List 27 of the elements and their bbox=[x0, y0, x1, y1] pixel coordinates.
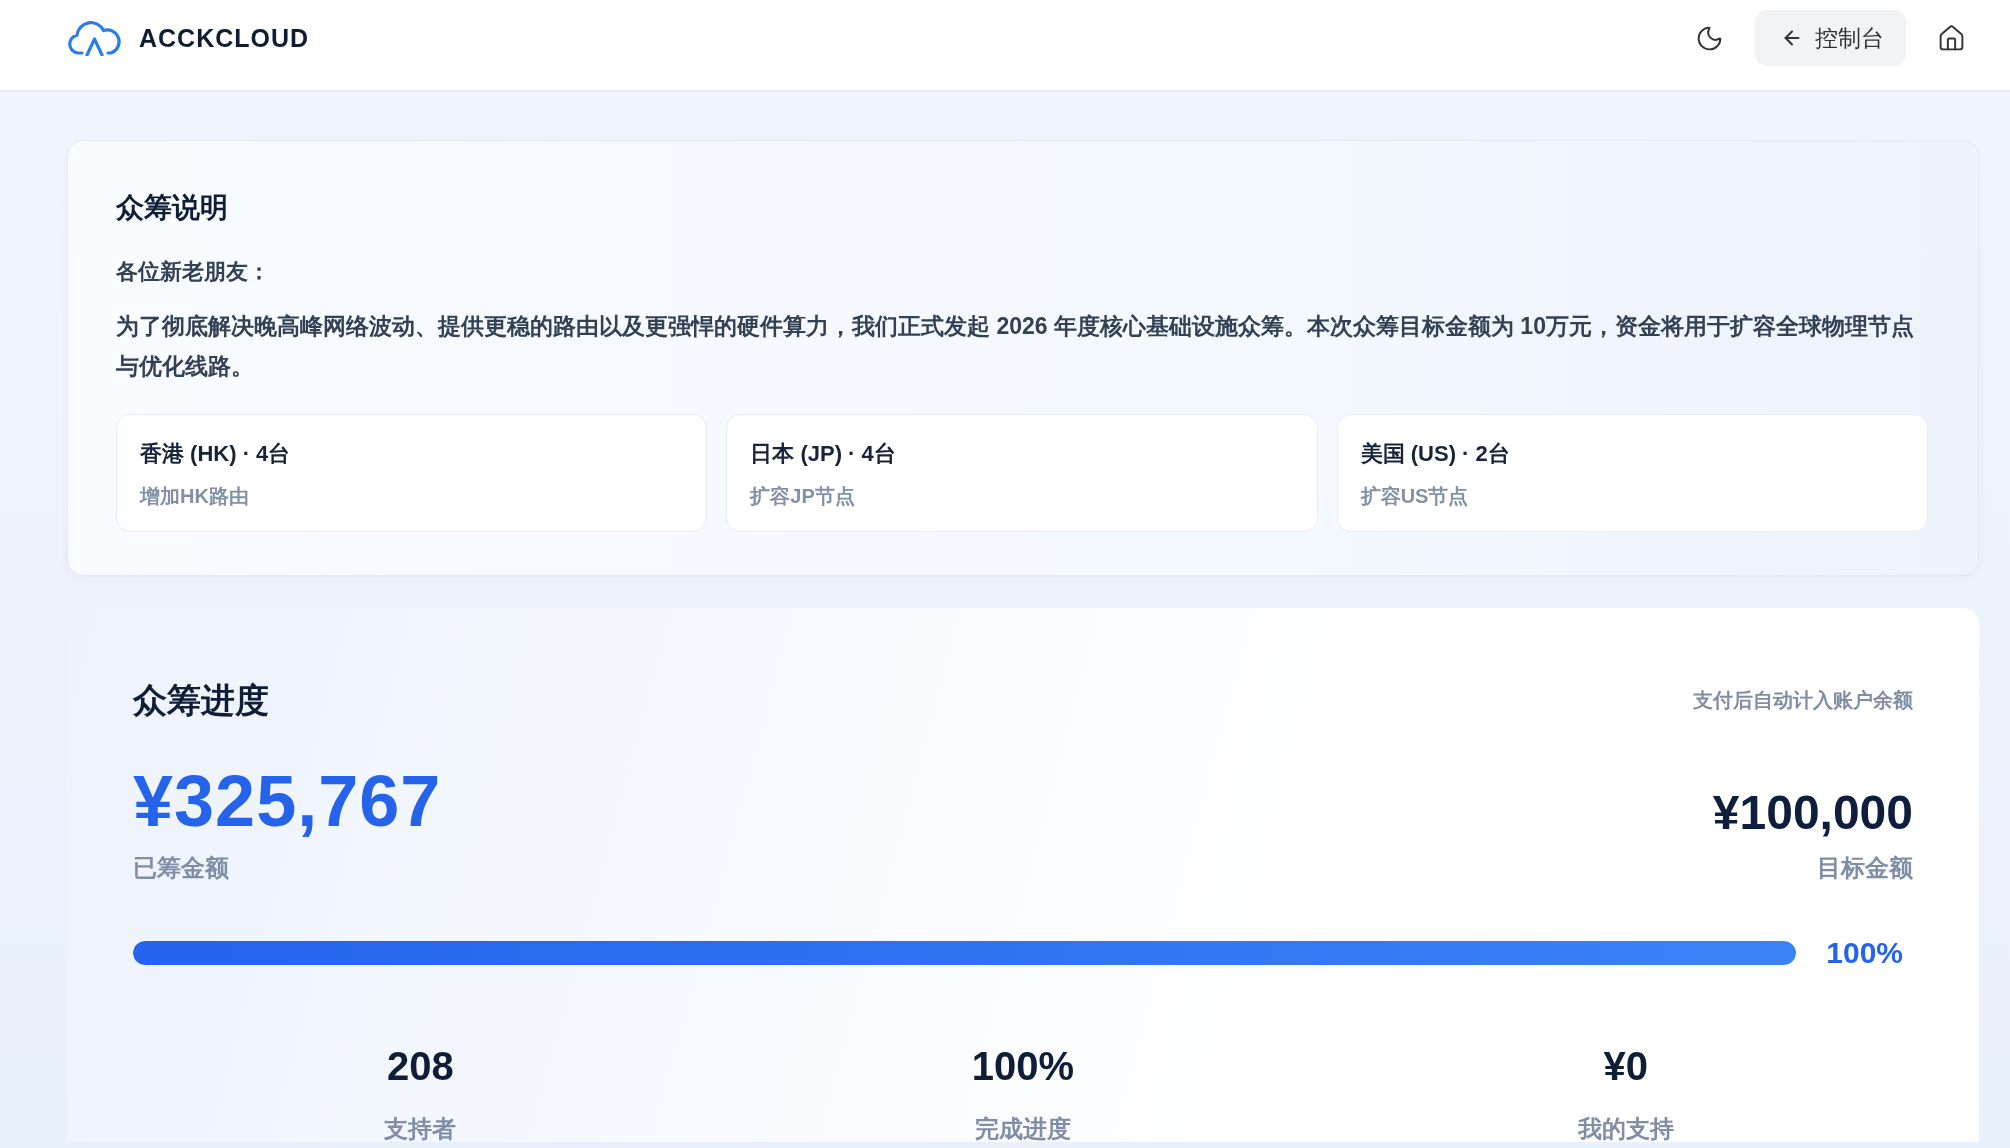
stat-label: 我的支持 bbox=[1577, 1116, 1674, 1142]
region-note: 增加HK路由 bbox=[140, 484, 250, 509]
region-note: 扩容US节点 bbox=[1360, 484, 1470, 509]
goal-amount: ¥100,000 bbox=[1712, 785, 1913, 841]
region-title: 美国 (US) · 2台 bbox=[1360, 440, 1511, 468]
goal-label: 目标金额 bbox=[1817, 853, 1913, 883]
brand-name: ACCKCLOUD bbox=[139, 23, 310, 53]
progress-percent: 100% bbox=[1826, 936, 1904, 970]
progress-title: 众筹进度 bbox=[133, 680, 269, 721]
intro-title: 众筹说明 bbox=[116, 191, 229, 225]
intro-paragraph: 为了彻底解决晚高峰网络波动、提供更稳的路由以及更强悍的硬件算力，我们正式发起 2026 年度核心基础设施众筹。本次众筹目标金额为 10万元，资金将用于扩容全球物理节点与优化线路。 bbox=[116, 312, 1915, 381]
home-icon bbox=[1937, 23, 1966, 53]
stat-label: 完成进度 bbox=[975, 1116, 1071, 1142]
stat-value: 100% bbox=[971, 1043, 1075, 1090]
console-button[interactable]: 控制台 bbox=[1755, 10, 1906, 66]
stat-label: 支持者 bbox=[384, 1116, 457, 1142]
cloud-logo-icon bbox=[67, 20, 123, 56]
region-title: 香港 (HK) · 4台 bbox=[140, 440, 292, 468]
greeting-text: 各位新老朋友： bbox=[116, 258, 271, 286]
raised-amount: ¥325,767 bbox=[133, 761, 442, 841]
balance-note: 支付后自动计入账户余额 bbox=[1693, 687, 1913, 713]
home-button[interactable] bbox=[1937, 23, 1966, 53]
raised-label: 已筹金额 bbox=[133, 853, 229, 883]
stat-value: ¥0 bbox=[1603, 1043, 1648, 1090]
region-title: 日本 (JP) · 4台 bbox=[750, 440, 897, 468]
stat-value: 208 bbox=[386, 1043, 454, 1090]
region-note: 扩容JP节点 bbox=[750, 484, 856, 509]
